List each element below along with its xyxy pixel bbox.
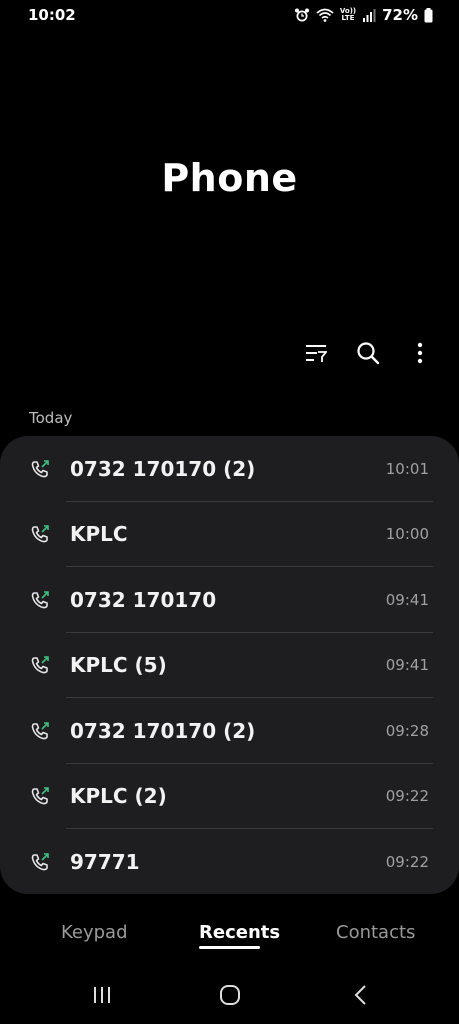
system-nav-bar: [0, 970, 459, 1024]
filter-icon: [305, 343, 328, 367]
recent-apps-icon: [92, 986, 112, 1008]
call-time: 10:00: [385, 525, 429, 544]
signal-icon: [362, 7, 376, 23]
recent-calls-list: 0732 170170 (2) 10:01 KPLC 10:00 0732 170170…: [0, 436, 459, 894]
caller-name: 0732 170170: [70, 587, 217, 612]
volte-label-bottom: LTE: [341, 14, 355, 22]
recent-apps-button[interactable]: [82, 982, 122, 1012]
call-time: 09:28: [385, 721, 429, 740]
status-icons: Vo)) LTE 72%: [294, 6, 433, 24]
call-log-row[interactable]: KPLC (2) 09:22: [0, 764, 459, 829]
outgoing-call-icon: [30, 524, 50, 544]
call-time: 09:22: [385, 787, 429, 806]
page-title: Phone: [161, 156, 298, 200]
call-log-row[interactable]: KPLC (5) 09:41: [0, 633, 459, 698]
outgoing-call-icon: [30, 786, 50, 806]
call-log-row[interactable]: 0732 170170 (2) 09:28: [0, 698, 459, 764]
outgoing-call-icon: [30, 655, 50, 675]
outgoing-call-icon: [30, 590, 50, 610]
search-icon: [356, 341, 380, 369]
battery-icon: [424, 7, 433, 23]
call-time: 10:01: [385, 459, 429, 478]
tab-recents[interactable]: Recents: [199, 922, 280, 943]
call-log-row[interactable]: 0732 170170 09:41: [0, 567, 459, 633]
alarm-icon: [294, 7, 310, 23]
active-tab-indicator: [199, 946, 260, 949]
status-bar: 10:02 Vo)) LTE 72%: [0, 0, 459, 34]
home-icon: [219, 984, 241, 1010]
call-time: 09:22: [385, 852, 429, 871]
wifi-icon: [316, 7, 334, 23]
caller-name: 97771: [70, 849, 140, 874]
status-time: 10:02: [28, 6, 76, 24]
search-button[interactable]: [353, 340, 383, 370]
caller-name: KPLC: [70, 522, 128, 547]
caller-name: KPLC (5): [70, 653, 167, 678]
volte-icon: Vo)) LTE: [340, 7, 356, 23]
outgoing-call-icon: [30, 852, 50, 872]
call-log-row[interactable]: 0732 170170 (2) 10:01: [0, 436, 459, 502]
phone-screen: 10:02 Vo)) LTE 72% Phone Today 0732 1701…: [0, 0, 459, 1024]
filter-button[interactable]: [301, 340, 331, 370]
battery-percent: 72%: [382, 6, 418, 24]
call-time: 09:41: [385, 590, 429, 609]
call-log-row[interactable]: KPLC 10:00: [0, 502, 459, 567]
tab-keypad[interactable]: Keypad: [61, 922, 128, 943]
outgoing-call-icon: [30, 721, 50, 741]
bottom-tab-bar: Keypad Recents Contacts: [0, 916, 459, 956]
caller-name: KPLC (2): [70, 784, 167, 809]
section-label-today: Today: [29, 409, 73, 427]
back-icon: [353, 984, 367, 1010]
call-log-row[interactable]: 97771 09:22: [0, 829, 459, 894]
more-options-icon: [417, 342, 423, 368]
call-time: 09:41: [385, 656, 429, 675]
toolbar: [301, 340, 435, 370]
more-options-button[interactable]: [405, 340, 435, 370]
back-button[interactable]: [340, 982, 380, 1012]
caller-name: 0732 170170 (2): [70, 456, 256, 481]
tab-contacts[interactable]: Contacts: [336, 922, 415, 943]
caller-name: 0732 170170 (2): [70, 718, 256, 743]
home-button[interactable]: [210, 982, 250, 1012]
outgoing-call-icon: [30, 459, 50, 479]
